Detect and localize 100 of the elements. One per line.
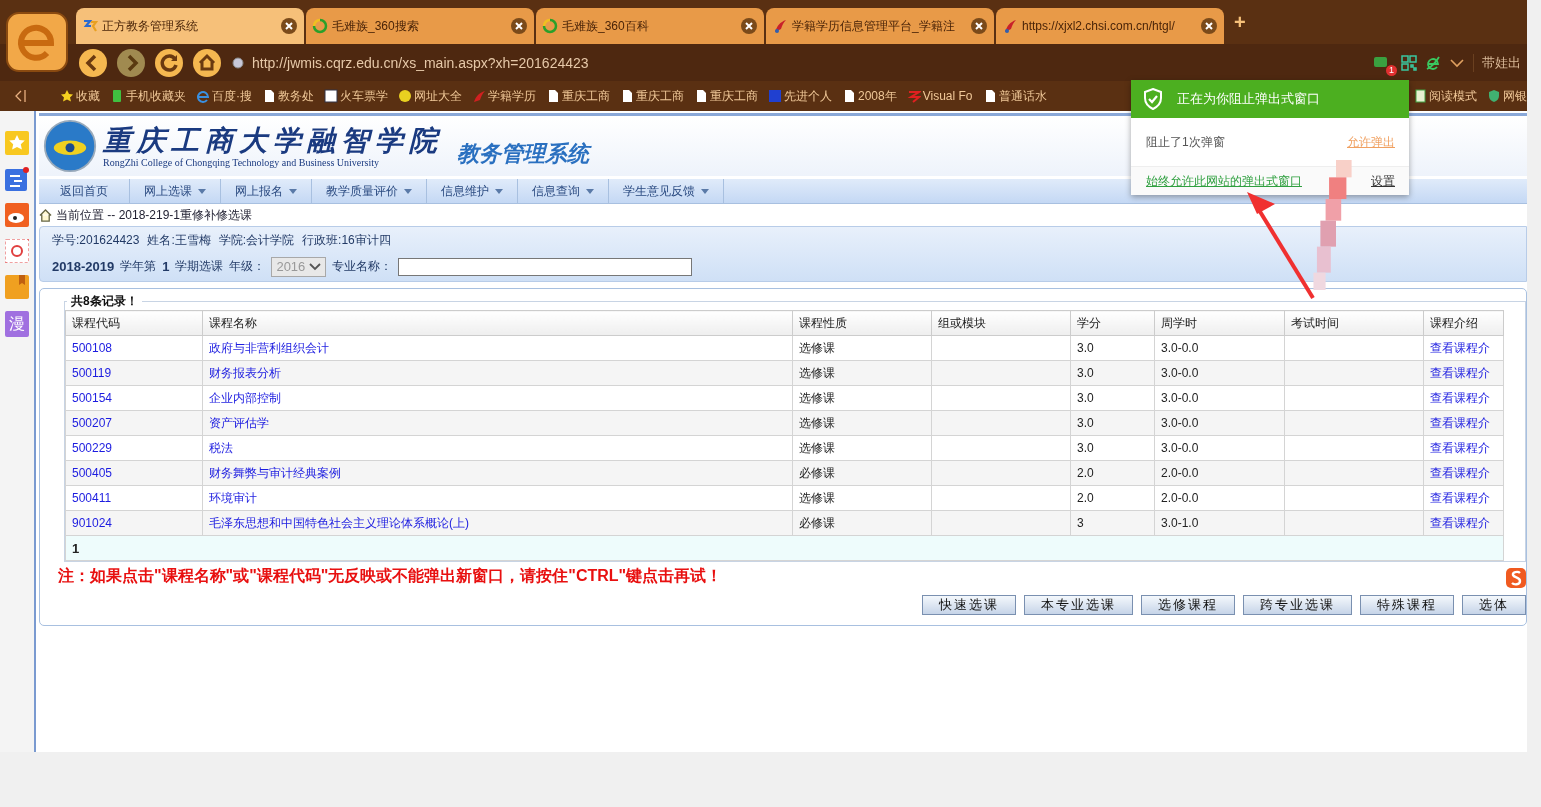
chevron-down-icon — [309, 262, 322, 271]
table-cell: 3.0-0.0 — [1161, 391, 1199, 405]
student-info: 学院:会计学院 — [218, 231, 295, 249]
input-method-icon[interactable] — [1505, 567, 1527, 589]
course-code-link[interactable]: 500108 — [72, 341, 113, 355]
bookmark[interactable]: 网址大全 — [398, 87, 462, 105]
course-select-button[interactable]: 快速选课 — [922, 595, 1016, 615]
course-name-link[interactable]: 环境审计 — [209, 490, 257, 505]
course-code-link[interactable]: 500411 — [72, 491, 112, 505]
table-cell: 2.0 — [1077, 466, 1094, 480]
bookmark[interactable]: 重庆工商 — [694, 87, 758, 105]
course-name-link[interactable]: 企业内部控制 — [209, 390, 281, 405]
bookmark[interactable]: 学籍学历 — [472, 87, 536, 105]
document-icon[interactable] — [5, 167, 29, 191]
logo-icon — [82, 18, 98, 34]
table-cell: 3.0 — [1077, 416, 1094, 430]
course-name-link[interactable]: 财务报表分析 — [209, 365, 281, 380]
course-code-link[interactable]: 500119 — [72, 366, 112, 380]
page-icon — [620, 89, 634, 103]
column-header: 课程性质 — [792, 310, 932, 336]
nav-menu-item[interactable]: 网上报名 — [221, 179, 312, 203]
email-icon[interactable] — [5, 239, 29, 263]
ring-icon — [312, 18, 328, 34]
bookmark[interactable]: 阅读模式 — [1413, 87, 1477, 105]
nav-menu-item[interactable]: 信息查询 — [518, 179, 609, 203]
browser-tab[interactable]: 毛难族_360百科 — [536, 8, 764, 44]
bookmark[interactable]: 收藏 — [60, 87, 100, 105]
nav-menu-item[interactable]: 学生意见反馈 — [609, 179, 724, 203]
course-select-button[interactable]: 本专业选课 — [1024, 595, 1133, 615]
close-icon[interactable] — [970, 17, 988, 35]
refresh-icon[interactable] — [154, 47, 184, 78]
caret-icon — [198, 188, 206, 194]
forward-icon[interactable] — [116, 47, 146, 78]
course-code-link[interactable]: 500154 — [72, 391, 113, 405]
home-icon[interactable] — [192, 47, 222, 78]
course-code-link[interactable]: 500405 — [72, 466, 113, 480]
course-code-link[interactable]: 500229 — [72, 441, 113, 455]
course-code-link[interactable]: 500207 — [72, 416, 113, 430]
browser-tab[interactable]: https://xjxl2.chsi.com.cn/htgl/ — [996, 8, 1224, 44]
nav-menu-item[interactable]: 返回首页 — [39, 179, 130, 203]
table-cell: 3.0-1.0 — [1161, 516, 1199, 530]
site-icon — [232, 56, 244, 69]
manga-button[interactable]: 漫 — [5, 311, 29, 337]
bookmark[interactable]: 火车票学 — [324, 87, 388, 105]
bookmark[interactable]: 手机收藏夹 — [110, 87, 186, 105]
semester-label: 学期选课 — [175, 258, 224, 275]
browser-tab[interactable]: 学籍学历信息管理平台_学籍注 — [766, 8, 994, 44]
course-name-link[interactable]: 资产评估学 — [209, 415, 269, 430]
bookmark[interactable]: 百度·搜 — [196, 87, 252, 105]
bookmark[interactable]: 普通话水 — [982, 87, 1047, 105]
student-info: 行政班:16审计四 — [302, 231, 391, 249]
settings-link[interactable]: 设置 — [1371, 172, 1395, 190]
ie-icon[interactable] — [1425, 54, 1441, 71]
caret-icon — [701, 188, 709, 194]
course-select-button[interactable]: 选修课程 — [1141, 595, 1235, 615]
back-icon[interactable] — [78, 47, 108, 78]
nav-menu-item[interactable]: 教学质量评价 — [312, 179, 427, 203]
course-name-link[interactable]: 财务舞弊与审计经典案例 — [209, 465, 341, 480]
bookmark[interactable]: Visual Fo — [906, 89, 973, 103]
close-icon[interactable] — [740, 17, 758, 35]
page-icon — [694, 89, 708, 103]
toolbar-link[interactable]: 带娃出 — [1473, 53, 1521, 72]
course-code-link[interactable]: 901024 — [72, 516, 113, 530]
ring-icon — [542, 18, 558, 34]
table-cell: 选修课 — [799, 340, 835, 355]
course-select-button[interactable]: 特殊课程 — [1360, 595, 1454, 615]
collapse-icon[interactable] — [14, 89, 26, 103]
table-cell: 选修课 — [799, 365, 835, 380]
major-input-field[interactable] — [398, 257, 693, 276]
bookmark[interactable]: 教务处 — [262, 87, 314, 105]
course-name-link[interactable]: 政府与非营利组织会计 — [209, 340, 329, 355]
bookmark[interactable]: 重庆工商 — [546, 87, 610, 105]
nav-menu-item[interactable]: 网上选课 — [130, 179, 221, 203]
table-cell: 2.0-0.0 — [1161, 466, 1199, 480]
bookmark[interactable]: 网银 — [1487, 87, 1527, 105]
bookmark[interactable]: 2008年 — [842, 87, 897, 105]
caret-icon — [404, 188, 412, 194]
close-icon[interactable] — [510, 17, 528, 35]
browser-tab[interactable]: 正方教务管理系统 — [76, 8, 304, 44]
course-name-link[interactable]: 税法 — [209, 440, 233, 455]
page-number[interactable]: 1 — [72, 540, 80, 556]
popup-message: 阻止了1次弹窗 — [1146, 133, 1225, 151]
book-icon — [1413, 89, 1427, 103]
bookmark[interactable]: 先进个人 — [768, 87, 832, 105]
course-select-button[interactable]: 跨专业选课 — [1243, 595, 1352, 615]
semester-number: 1 — [162, 259, 170, 274]
close-icon[interactable] — [1200, 17, 1218, 35]
close-icon[interactable] — [280, 17, 298, 35]
school-name: 重庆工商大学融智学院 — [103, 124, 443, 157]
nav-menu-item[interactable]: 信息维护 — [427, 179, 518, 203]
weibo-icon[interactable] — [5, 203, 29, 227]
course-select-button[interactable]: 选体 — [1462, 595, 1526, 615]
browser-tab[interactable]: 毛难族_360搜索 — [306, 8, 534, 44]
year-label: 学年第 — [120, 258, 157, 275]
address-bar[interactable]: http://jwmis.cqrz.edu.cn/xs_main.aspx?xh=201624423 — [222, 44, 1373, 81]
table-cell: 3.0 — [1077, 391, 1094, 405]
qr-code-icon[interactable] — [1401, 54, 1417, 71]
column-header: 考试时间 — [1284, 310, 1424, 336]
new-tab-button[interactable]: + — [1234, 10, 1246, 34]
bookmark[interactable]: 重庆工商 — [620, 87, 684, 105]
